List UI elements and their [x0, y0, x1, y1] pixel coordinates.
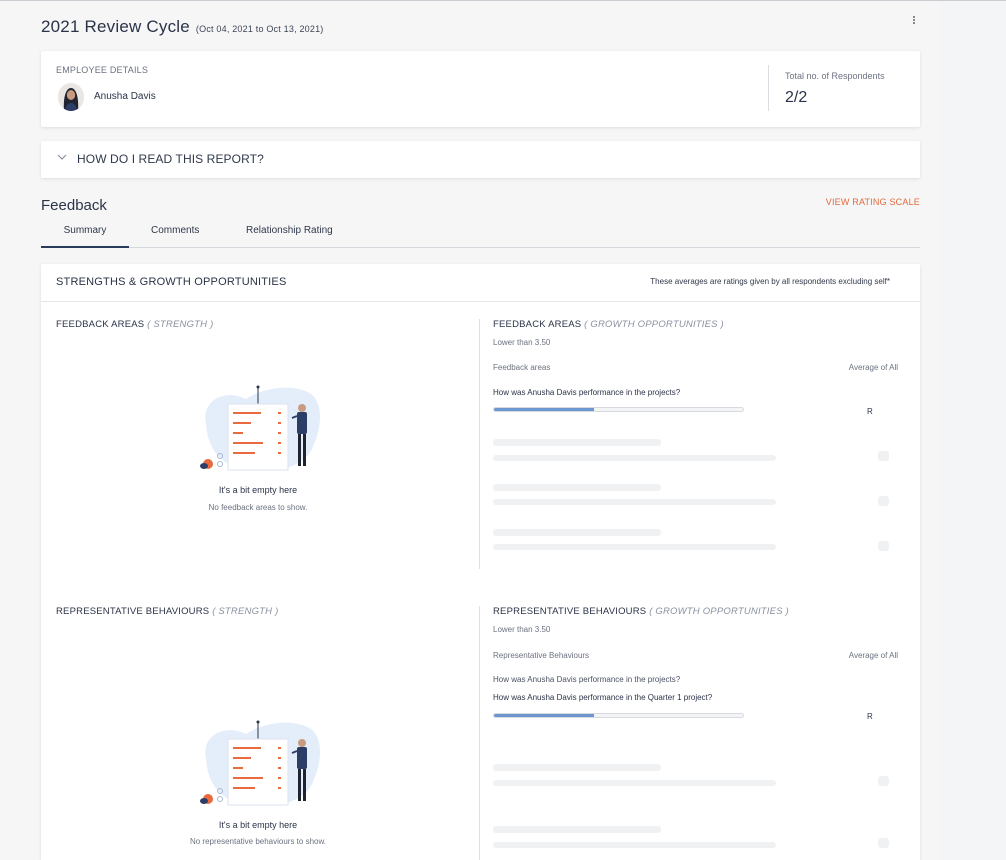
how-to-read-accordion[interactable]: HOW DO I READ THIS REPORT? [41, 141, 920, 178]
divider [768, 65, 769, 111]
behaviour-strength-title: REPRESENTATIVE BEHAVIOURS ( STRENGTH ) [56, 606, 278, 617]
section-qualifier: ( GROWTH OPPORTUNITIES ) [649, 606, 789, 617]
tab-summary[interactable]: Summary [41, 225, 129, 248]
parent-question: How was Anusha Davis performance in the … [493, 675, 681, 684]
tab-relationship-rating[interactable]: Relationship Rating [246, 225, 333, 236]
column-divider [479, 319, 480, 569]
skeleton-box [878, 541, 889, 551]
rating-progress-fill [494, 408, 594, 411]
threshold-label: Lower than 3.50 [493, 338, 551, 347]
column-header-feedback-areas: Feedback areas [493, 363, 551, 372]
summary-card: STRENGTHS & GROWTH OPPORTUNITIES These a… [41, 264, 920, 860]
column-header-average: Average of All [848, 651, 898, 660]
feedback-tabs: Summary Comments Relationship Rating [41, 221, 920, 248]
section-title-text: REPRESENTATIVE BEHAVIOURS [493, 606, 647, 617]
rating-value: R [867, 712, 873, 721]
feedback-growth-title: FEEDBACK AREAS ( GROWTH OPPORTUNITIES ) [493, 319, 724, 330]
column-header-behaviours: Representative Behaviours [493, 651, 590, 660]
column-header-average: Average of All [848, 363, 898, 372]
summary-title: STRENGTHS & GROWTH OPPORTUNITIES [56, 276, 287, 288]
column-divider [479, 606, 480, 860]
rating-progress-bar [493, 407, 744, 412]
empty-state-illustration [196, 719, 326, 809]
feedback-question: How was Anusha Davis performance in the … [493, 388, 681, 397]
skeleton-box [878, 838, 889, 848]
summary-header: STRENGTHS & GROWTH OPPORTUNITIES These a… [41, 264, 920, 302]
skeleton-line [493, 439, 661, 446]
section-qualifier: ( STRENGTH ) [212, 606, 279, 617]
section-title-text: FEEDBACK AREAS [493, 319, 582, 330]
feedback-title: Feedback [41, 197, 107, 214]
section-qualifier: ( STRENGTH ) [147, 319, 214, 330]
rating-value: R [867, 407, 873, 416]
threshold-label: Lower than 3.50 [493, 625, 551, 634]
skeleton-line [493, 484, 661, 491]
respondents-count: 2/2 [785, 89, 808, 106]
empty-state-title: It's a bit empty here [218, 485, 298, 495]
feedback-strength-title: FEEDBACK AREAS ( STRENGTH ) [56, 319, 213, 330]
rating-progress-fill [494, 714, 594, 717]
review-cycle-date-range: (Oct 04, 2021 to Oct 13, 2021) [195, 24, 324, 34]
report-page: 2021 Review Cycle (Oct 04, 2021 to Oct 13… [0, 1, 940, 860]
view-rating-scale-link[interactable]: VIEW RATING SCALE [800, 197, 920, 207]
behaviour-question: How was Anusha Davis performance in the … [493, 693, 713, 702]
section-title-text: FEEDBACK AREAS [56, 319, 145, 330]
skeleton-box [878, 496, 889, 506]
skeleton-line [493, 455, 776, 461]
employee-name: Anusha Davis [94, 91, 156, 102]
employee-details-label: EMPLOYEE DETAILS [56, 65, 149, 75]
respondents-label: Total no. of Respondents [785, 71, 885, 81]
empty-state-subtitle: No representative behaviours to show. [189, 837, 327, 846]
rating-progress-bar [493, 713, 744, 718]
tab-comments[interactable]: Comments [151, 225, 199, 236]
empty-state-title: It's a bit empty here [218, 820, 298, 830]
skeleton-line [493, 842, 776, 848]
section-title-text: REPRESENTATIVE BEHAVIOURS [56, 606, 210, 617]
chevron-down-icon[interactable] [57, 152, 67, 164]
skeleton-box [878, 776, 889, 786]
more-options-icon[interactable] [911, 15, 917, 29]
empty-state-illustration [196, 384, 326, 474]
page-title: 2021 Review Cycle (Oct 04, 2021 to Oct 13… [41, 17, 324, 37]
how-to-read-label[interactable]: HOW DO I READ THIS REPORT? [77, 152, 264, 166]
skeleton-line [493, 544, 776, 550]
summary-note: These averages are ratings given by all … [650, 277, 890, 286]
skeleton-line [493, 499, 776, 505]
review-cycle-title: 2021 Review Cycle [41, 17, 190, 36]
skeleton-box [878, 451, 889, 461]
empty-state-subtitle: No feedback areas to show. [208, 503, 308, 512]
section-qualifier: ( GROWTH OPPORTUNITIES ) [584, 319, 724, 330]
skeleton-line [493, 780, 776, 786]
employee-details-card: EMPLOYEE DETAILS Anusha Davis Total no. … [41, 51, 920, 127]
behaviour-growth-title: REPRESENTATIVE BEHAVIOURS ( GROWTH OPPOR… [493, 606, 789, 617]
avatar [58, 83, 84, 111]
skeleton-line [493, 826, 661, 833]
skeleton-line [493, 529, 661, 536]
skeleton-line [493, 764, 661, 771]
